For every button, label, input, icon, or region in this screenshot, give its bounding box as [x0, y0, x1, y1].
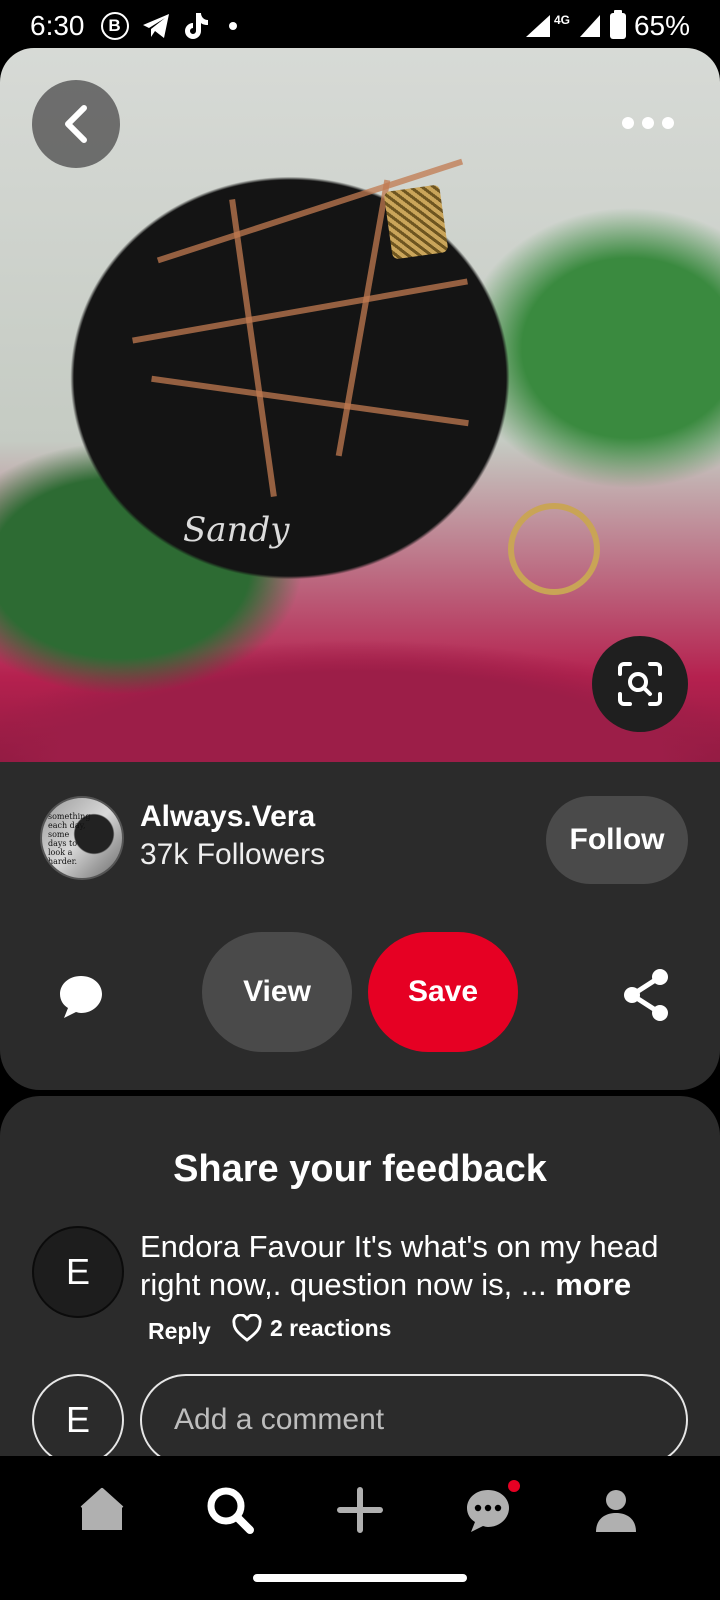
- nav-create[interactable]: [328, 1478, 392, 1542]
- home-indicator[interactable]: [253, 1574, 467, 1582]
- more-dot: [662, 117, 674, 129]
- notification-badge: [508, 1480, 520, 1492]
- earring: [508, 503, 600, 595]
- pin-info-card: something each day, some days to look a …: [0, 762, 720, 1090]
- cell-signal-icon: [579, 15, 600, 37]
- search-icon: [207, 1487, 254, 1534]
- wifi-signal-icon: [525, 15, 550, 37]
- comment-more-link[interactable]: more: [555, 1267, 631, 1302]
- create-icon: [337, 1487, 383, 1533]
- telegram-icon: [142, 14, 169, 38]
- heart-icon: [232, 1314, 262, 1342]
- commenter-avatar[interactable]: E: [32, 1226, 124, 1318]
- creator-avatar[interactable]: something each day, some days to look a …: [40, 796, 124, 880]
- network-type-label: 4G: [553, 13, 570, 27]
- more-options-button[interactable]: [608, 105, 688, 141]
- hair-part-line: [229, 199, 277, 497]
- reactions-count: 2 reactions: [270, 1314, 392, 1341]
- view-button[interactable]: View: [202, 932, 352, 1052]
- watermark-logo: Sandy: [183, 510, 289, 550]
- more-dots-icon: [622, 117, 634, 129]
- hair-cuff: [383, 184, 449, 260]
- tiktok-icon: [184, 13, 208, 39]
- status-bar: 6:30 B 4G 65%: [0, 0, 720, 52]
- battery-percent: 65%: [633, 10, 690, 41]
- feedback-title: Share your feedback: [173, 1148, 547, 1190]
- watermark-text: Sandy: [183, 510, 290, 550]
- visual-search-icon: [618, 662, 662, 706]
- more-dot: [642, 117, 654, 129]
- messages-icon: [467, 1490, 509, 1532]
- battery-icon: [609, 10, 626, 39]
- share-icon[interactable]: [620, 967, 672, 1023]
- save-button[interactable]: Save: [368, 932, 518, 1052]
- more-notifications-dot: [228, 22, 237, 30]
- comment-text: Endora Favour It's what's on my head rig…: [140, 1228, 700, 1304]
- hair-part-line: [151, 375, 469, 427]
- avatar-caption: something each day, some days to look a …: [48, 812, 91, 866]
- chevron-left-icon: [65, 105, 87, 143]
- feedback-section: Share your feedback E Endora Favour It's…: [0, 1096, 720, 1466]
- home-icon: [80, 1488, 124, 1530]
- hair-part-line: [335, 179, 391, 457]
- notification-icons: B: [100, 11, 237, 41]
- follow-button[interactable]: Follow: [546, 796, 688, 884]
- comment-icon[interactable]: [56, 972, 106, 1022]
- back-button[interactable]: [32, 80, 120, 168]
- profile-icon: [596, 1490, 636, 1532]
- nav-messages[interactable]: [456, 1478, 520, 1542]
- reactions-button[interactable]: 2 reactions: [232, 1314, 391, 1342]
- nav-profile[interactable]: [584, 1478, 648, 1542]
- nav-home[interactable]: [70, 1478, 134, 1542]
- hair-part-line: [132, 278, 468, 344]
- status-time: 6:30: [30, 10, 85, 41]
- creator-followers: 37k Followers: [140, 838, 326, 871]
- creator-name[interactable]: Always.Vera: [140, 800, 315, 834]
- user-avatar: E: [32, 1374, 124, 1466]
- add-comment-input[interactable]: Add a comment: [140, 1374, 688, 1466]
- nav-search[interactable]: [198, 1478, 262, 1542]
- reply-button[interactable]: Reply: [148, 1318, 211, 1345]
- bottom-navigation: [0, 1456, 720, 1600]
- visual-search-button[interactable]: [592, 636, 688, 732]
- system-icons: 4G 65%: [524, 10, 690, 42]
- b-app-icon: B: [100, 12, 129, 40]
